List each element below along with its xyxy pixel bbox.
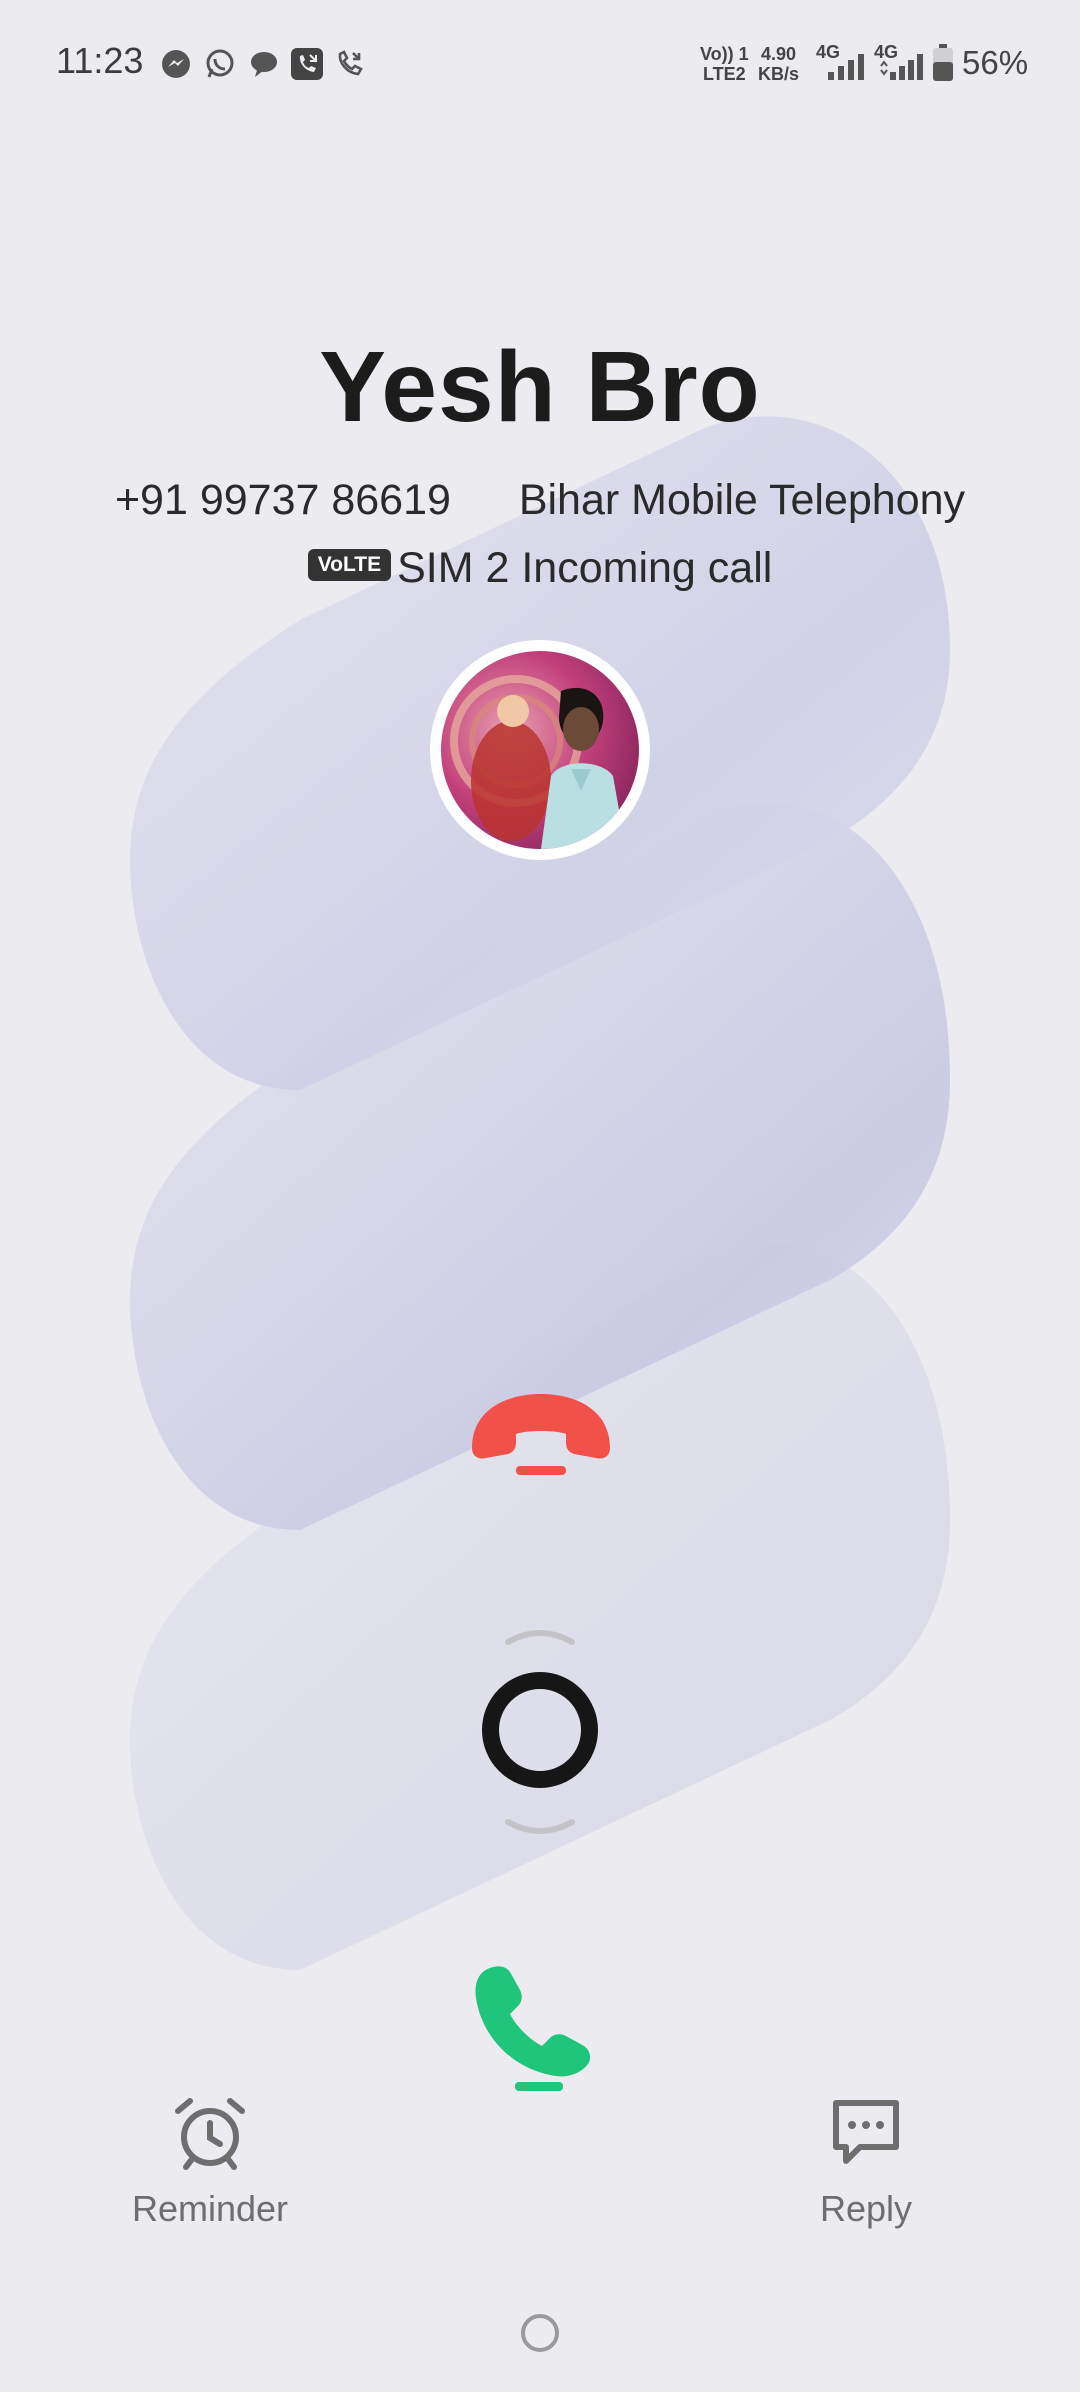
decline-call-button[interactable] [466, 1390, 616, 1480]
accept-call-button[interactable] [470, 1960, 610, 2100]
volte-line1: Vo)) 1 [700, 44, 749, 64]
reminder-button[interactable]: Reminder [110, 2095, 310, 2230]
slide-down-hint [505, 1819, 575, 1834]
caller-name: Yesh Bro [319, 331, 761, 443]
messenger-icon [162, 50, 190, 78]
missed-call-icon [291, 48, 323, 80]
status-bar: 11:23 Vo)) 1 LTE2 4.90 KB/s 4G 4G 56% [0, 0, 1080, 130]
slide-up-hint [505, 1630, 575, 1645]
answer-slider-handle[interactable] [482, 1672, 598, 1788]
caller-avatar [430, 640, 650, 860]
network-speed: 4.90 KB/s [758, 44, 799, 84]
caller-carrier: Bihar Mobile Telephony [518, 476, 966, 524]
message-reply-icon [833, 2100, 899, 2164]
reply-button[interactable]: Reply [766, 2095, 966, 2230]
battery-icon [933, 44, 953, 81]
whatsapp-icon [206, 49, 234, 78]
status-time: 11:23 [56, 40, 144, 81]
caller-details: +91 99737 86619 Bihar Mobile Telephony [0, 476, 1080, 525]
volte-line2: LTE2 [703, 64, 746, 84]
caller-number: +91 99737 86619 [114, 476, 451, 524]
speed-unit: KB/s [758, 64, 800, 84]
battery-percent: 56% [962, 44, 1029, 81]
home-button[interactable] [521, 2314, 559, 2352]
chat-bubble-icon [251, 52, 277, 77]
reply-label: Reply [819, 2188, 913, 2229]
call-forward-icon [338, 50, 363, 76]
avatar-photo [441, 651, 639, 849]
call-status: SIM 2 Incoming call [397, 544, 773, 592]
reminder-label: Reminder [131, 2188, 289, 2229]
speed-value: 4.90 [760, 44, 797, 64]
signal-icon [828, 54, 864, 80]
call-status-line: VoLTE SIM 2 Incoming call [0, 544, 1080, 593]
alarm-clock-icon [175, 2098, 245, 2170]
signal-icon-sim2 [880, 54, 923, 80]
volte-indicator: Vo)) 1 LTE2 [700, 44, 749, 84]
volte-badge: VoLTE [307, 548, 392, 581]
